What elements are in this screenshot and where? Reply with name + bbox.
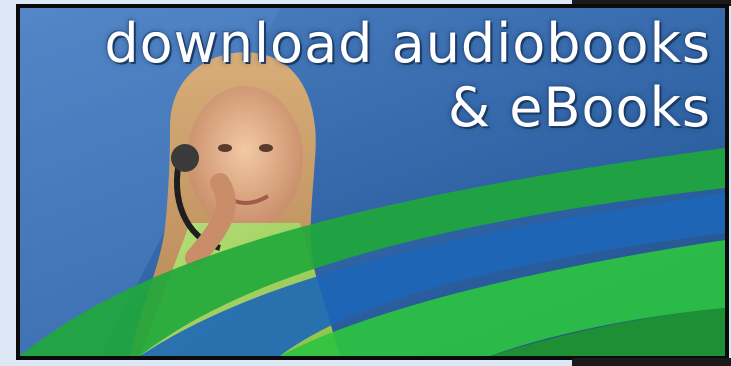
audiobooks-banner[interactable]: download audiobooks & eBooks (16, 4, 729, 360)
bottom-edge-strip (572, 358, 731, 366)
banner-headline-line1: download audiobooks (104, 12, 711, 75)
banner-headline-line2: & eBooks (447, 76, 711, 139)
headset-earpiece-icon (171, 144, 199, 172)
page: download audiobooks & eBooks (0, 0, 731, 366)
